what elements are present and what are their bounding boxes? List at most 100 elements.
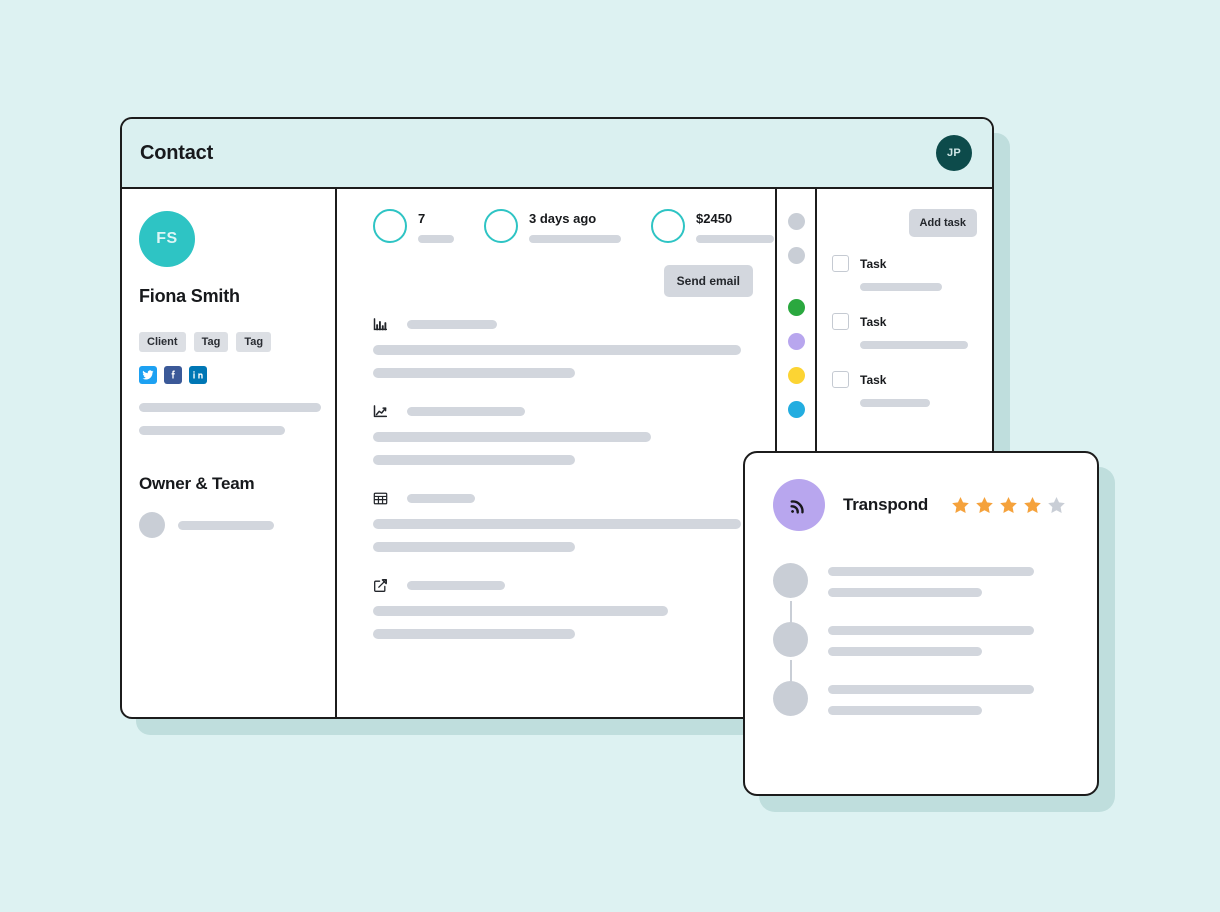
task-list-item[interactable]: Task [832,371,977,407]
task-label: Task [860,372,887,387]
star-empty-icon[interactable] [1046,495,1067,516]
owner-team-title: Owner & Team [139,474,255,494]
send-email-button[interactable]: Send email [663,265,753,298]
activity-feed-item[interactable] [373,317,753,379]
star-rating[interactable] [950,495,1073,516]
timeline-item-body [828,681,1073,715]
activity-body-line [373,606,668,617]
bar-chart-icon [373,317,388,332]
avatar [773,622,808,657]
contact-detail-line-1 [139,403,321,413]
send-email-row: Send email [373,265,753,298]
activity-feed-item[interactable] [373,578,753,640]
activity-feed-item-head [373,317,753,332]
twitter-icon[interactable] [139,366,157,385]
star-filled-icon[interactable] [998,495,1019,516]
timeline-item[interactable] [773,563,1073,629]
star-filled-icon[interactable] [1022,495,1043,516]
task-label: Task [860,314,887,329]
activity-feed-item-head [373,578,753,593]
timeline-item-body [828,563,1073,597]
edit-square-icon [373,578,388,593]
rail-dot-purple[interactable] [787,333,805,350]
tag-list: Client Tag Tag [139,332,335,353]
stat-label-placeholder [418,235,454,244]
activity-body-line [373,629,575,640]
stat-value: 3 days ago [529,211,597,226]
timeline-item[interactable] [773,622,1073,688]
rail-dot-grey-1[interactable] [787,213,805,230]
activity-title-placeholder [407,581,505,591]
activity-feed-item[interactable] [373,404,753,466]
contact-avatar: FS [139,211,195,267]
transpond-timeline [773,563,1073,716]
task-detail-placeholder [860,283,942,291]
timeline-line-1 [828,685,1034,694]
activity-body-line [373,455,575,466]
progress-ring-icon [484,209,518,243]
add-task-row: Add task [832,209,977,237]
task-list-item[interactable]: Task [832,313,977,349]
task-list-item[interactable]: Task [832,255,977,291]
task-checkbox[interactable] [832,255,849,272]
task-list: Task Task Task [832,255,977,407]
timeline-item[interactable] [773,681,1073,716]
facebook-icon[interactable] [164,366,182,385]
star-filled-icon[interactable] [950,495,971,516]
stats-row: 7 3 days ago $2450 [373,209,774,244]
rail-dot-grey-2[interactable] [787,247,805,264]
activity-title-placeholder [407,320,497,330]
task-head: Task [832,371,977,388]
stat-label-placeholder [529,235,621,244]
stat-value: $2450 [696,211,733,226]
avatar [773,681,808,716]
tag-chip-client[interactable]: Client [139,332,186,353]
add-task-button[interactable]: Add task [908,209,977,237]
user-avatar[interactable]: JP [936,135,972,171]
activity-feed-item[interactable] [373,491,753,553]
activity-feed-item-head [373,491,753,506]
activity-panel: 7 3 days ago $2450 Send email [337,189,777,717]
tag-chip-2[interactable]: Tag [236,332,272,353]
timeline-item-body [828,622,1073,656]
avatar [773,563,808,598]
task-detail-placeholder [860,399,930,407]
contact-panel: FS Fiona Smith Client Tag Tag Owner & Te… [122,189,337,717]
rail-dot-blue[interactable] [787,401,805,418]
stat-card-last-activity[interactable]: 3 days ago [484,209,621,244]
rail-dot-yellow[interactable] [787,367,805,384]
contact-detail-line-2 [139,426,285,436]
linkedin-icon[interactable] [189,366,207,385]
timeline-line-1 [828,567,1034,576]
stat-value: 7 [418,211,426,226]
activity-body-line [373,432,651,443]
task-detail-placeholder [860,341,968,349]
progress-ring-icon [373,209,407,243]
activity-body-line [373,368,575,379]
rail-dot-green[interactable] [787,299,805,316]
task-checkbox[interactable] [832,313,849,330]
timeline-line-2 [828,706,982,715]
timeline-line-1 [828,626,1034,635]
activity-title-placeholder [407,494,475,504]
tag-chip-1[interactable]: Tag [193,332,229,353]
activity-body-line [373,519,741,530]
social-links [139,366,335,385]
stat-card-value[interactable]: $2450 [651,209,774,244]
signal-broadcast-icon [773,479,825,531]
window-header: Contact JP [122,119,992,189]
timeline-line-2 [828,647,982,656]
transpond-card: Transpond [743,451,1099,796]
task-head: Task [832,255,977,272]
owner-name-placeholder [178,520,274,530]
task-checkbox[interactable] [832,371,849,388]
timeline-line-2 [828,588,982,597]
star-filled-icon[interactable] [974,495,995,516]
stat-label-placeholder [696,235,774,244]
stat-card-count[interactable]: 7 [373,209,454,244]
table-icon [373,491,388,506]
activity-title-placeholder [407,407,525,417]
page-title: Contact [140,141,214,164]
transpond-name: Transpond [843,495,929,514]
owner-row [139,512,335,539]
